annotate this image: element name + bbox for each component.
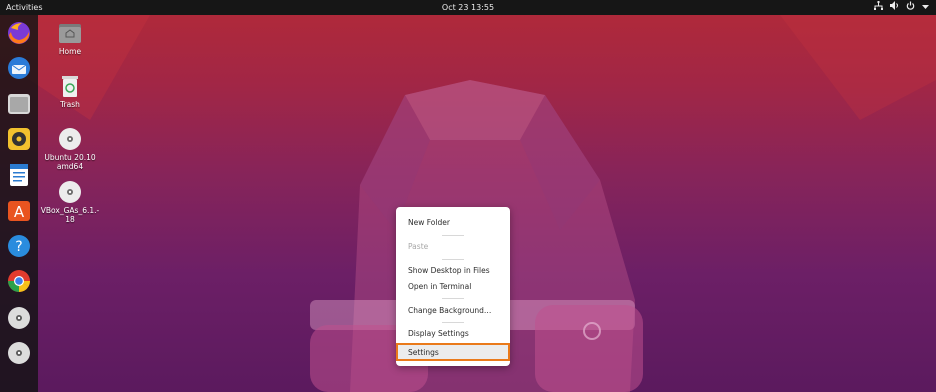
libreoffice-writer-icon[interactable] [6, 162, 32, 188]
menu-item-open-in-terminal[interactable]: Open in Terminal [408, 281, 471, 293]
disc-icon[interactable] [6, 305, 32, 331]
menu-item-settings[interactable]: Settings [396, 343, 510, 361]
menu-separator [442, 298, 464, 299]
desktop-icon-label: amd64 [56, 162, 84, 171]
help-icon[interactable]: ? [6, 233, 32, 259]
menu-item-display-settings[interactable]: Display Settings [408, 328, 469, 340]
menu-item-change-background[interactable]: Change Background… [408, 305, 491, 317]
chrome-icon[interactable] [6, 268, 32, 294]
trash-icon [58, 74, 82, 98]
desktop-icon-vbox-gas[interactable]: VBox_GAs_6.1.- 18 [40, 180, 100, 224]
power-icon [906, 0, 915, 15]
system-tray[interactable] [874, 0, 929, 15]
disc-icon [58, 180, 82, 204]
desktop-icon-label: 18 [65, 215, 75, 224]
chevron-down-icon [922, 0, 929, 15]
home-folder-icon [58, 21, 82, 45]
desktop-icon-trash[interactable]: Trash [40, 74, 100, 109]
disc-icon[interactable] [6, 340, 32, 366]
network-icon [874, 0, 883, 15]
desktop-icon-label: VBox_GAs_6.1.- [40, 206, 100, 215]
menu-separator [442, 259, 464, 260]
desktop-icon-label: Ubuntu 20.10 [44, 153, 96, 162]
menu-item-paste[interactable]: Paste [408, 241, 428, 253]
desktop-icon-ubuntu-iso[interactable]: Ubuntu 20.10 amd64 [40, 127, 100, 171]
disc-icon [58, 127, 82, 151]
menu-item-new-folder[interactable]: New Folder [408, 217, 450, 229]
desktop-screen: Activities Oct 23 13:55 A ? Home Trash U… [0, 0, 936, 392]
menu-separator [442, 322, 464, 323]
thunderbird-icon[interactable] [6, 55, 32, 81]
desktop-icon-label: Trash [60, 100, 80, 109]
files-icon[interactable] [6, 91, 32, 117]
desktop-context-menu: New Folder Paste Show Desktop in Files O… [396, 207, 510, 366]
dock: A ? [0, 15, 38, 392]
software-center-icon[interactable]: A [6, 197, 32, 223]
clock[interactable]: Oct 23 13:55 [0, 0, 936, 15]
svg-text:?: ? [15, 239, 22, 255]
menu-item-show-desktop-in-files[interactable]: Show Desktop in Files [408, 265, 490, 277]
desktop-icon-label: Home [58, 47, 82, 56]
desktop-icon-home[interactable]: Home [40, 21, 100, 56]
volume-icon [890, 0, 899, 15]
top-bar: Activities Oct 23 13:55 [0, 0, 936, 15]
menu-separator [442, 235, 464, 236]
rhythmbox-icon[interactable] [6, 126, 32, 152]
menu-item-label: Settings [408, 348, 439, 357]
firefox-icon[interactable] [6, 20, 32, 46]
svg-text:A: A [14, 203, 25, 221]
